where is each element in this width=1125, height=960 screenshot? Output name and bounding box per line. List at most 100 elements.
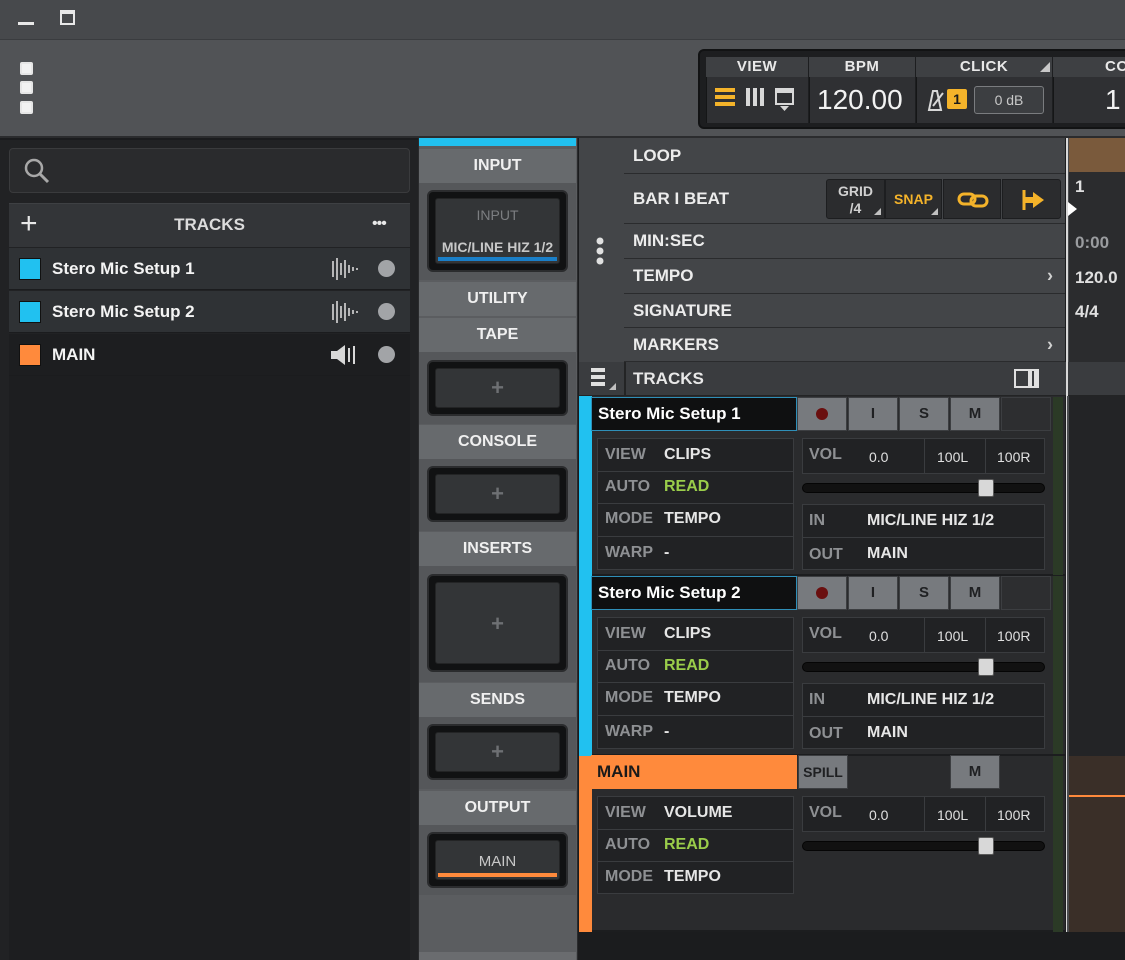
input-monitor-button[interactable]: I (848, 576, 898, 610)
link-button[interactable] (943, 179, 1001, 219)
track-lane[interactable] (1067, 576, 1125, 756)
bpm-value[interactable]: 120.00 (817, 80, 903, 120)
pan-right-value[interactable]: 100R (997, 628, 1030, 644)
in-value[interactable]: MIC/LINE HIZ 1/2 (867, 691, 994, 709)
pan-left-value[interactable]: 100L (937, 628, 968, 644)
menu-icon[interactable] (20, 101, 33, 114)
track-status-dot[interactable] (378, 346, 395, 363)
snap-button[interactable]: SNAP (885, 179, 942, 219)
record-arm-button[interactable] (797, 397, 847, 431)
follow-button[interactable] (1002, 179, 1061, 219)
track-extra-button[interactable] (1001, 576, 1051, 610)
more-vertical-icon[interactable] (595, 237, 605, 267)
track-status-dot[interactable] (378, 260, 395, 277)
input-monitor-button[interactable]: I (848, 397, 898, 431)
list-item[interactable]: MAIN (9, 334, 410, 376)
pan-right-value[interactable]: 100R (997, 807, 1030, 823)
playhead-marker-icon[interactable] (1068, 202, 1078, 216)
tape-slot[interactable]: + (427, 360, 568, 416)
volume-fader[interactable] (802, 662, 1045, 672)
view-value[interactable]: CLIPS (664, 446, 711, 464)
vol-value[interactable]: 0.0 (869, 807, 888, 823)
track-extra-button[interactable] (1001, 397, 1051, 431)
grid-button[interactable]: GRID /4 (826, 179, 885, 219)
warp-value[interactable]: - (664, 723, 669, 741)
click-level-field[interactable]: 0 dB (974, 86, 1044, 114)
tempo-row[interactable]: TEMPO › (624, 259, 1065, 294)
sends-slot[interactable]: + (427, 724, 568, 780)
auto-value[interactable]: READ (664, 657, 709, 675)
warp-value[interactable]: - (664, 544, 669, 562)
out-value[interactable]: MAIN (867, 545, 908, 563)
in-value[interactable]: MIC/LINE HIZ 1/2 (867, 512, 994, 530)
volume-fader[interactable] (802, 483, 1045, 493)
pan-left-value[interactable]: 100L (937, 807, 968, 823)
loop-region[interactable] (1069, 138, 1125, 172)
mute-button[interactable]: M (950, 397, 1000, 431)
mixer-view-icon[interactable] (746, 88, 766, 108)
divider (598, 861, 793, 862)
loop-row[interactable]: LOOP (624, 138, 1065, 174)
volume-fader-handle[interactable] (978, 837, 994, 855)
output-section-title[interactable]: OUTPUT (419, 791, 576, 825)
strip-scrollbar[interactable] (419, 952, 576, 960)
view-value[interactable]: VOLUME (664, 804, 732, 822)
vol-value[interactable]: 0.0 (869, 628, 888, 644)
solo-button[interactable]: S (899, 576, 949, 610)
track-name-field[interactable]: Stero Mic Setup 1 (591, 397, 797, 431)
pan-left-value[interactable]: 100L (937, 449, 968, 465)
track-name-field[interactable]: Stero Mic Setup 2 (591, 576, 797, 610)
volume-fader-handle[interactable] (978, 479, 994, 497)
search-input[interactable] (9, 148, 410, 193)
input-slot[interactable]: INPUT MIC/LINE HIZ 1/2 (427, 190, 568, 272)
panel-toggle-icon[interactable] (1014, 369, 1040, 389)
click-count-badge[interactable]: 1 (947, 89, 967, 109)
sends-section-title[interactable]: SENDS (419, 683, 576, 717)
maximize-icon[interactable] (60, 10, 75, 25)
console-section-title[interactable]: CONSOLE (419, 425, 576, 459)
browser-view-icon[interactable] (775, 88, 795, 112)
volume-automation-line[interactable] (1069, 795, 1125, 797)
console-slot[interactable]: + (427, 466, 568, 522)
metronome-icon[interactable] (925, 89, 945, 111)
volume-fader[interactable] (802, 841, 1045, 851)
record-arm-button[interactable] (797, 576, 847, 610)
menu-icon[interactable] (20, 81, 33, 94)
minimize-icon[interactable] (18, 22, 34, 25)
list-item[interactable]: Stero Mic Setup 2 (9, 291, 410, 333)
menu-icon[interactable] (20, 62, 33, 75)
chevron-down-icon[interactable] (1040, 62, 1050, 72)
utility-section-title[interactable]: UTILITY (419, 282, 576, 316)
pan-right-value[interactable]: 100R (997, 449, 1030, 465)
tape-section-title[interactable]: TAPE (419, 318, 576, 352)
view-value[interactable]: CLIPS (664, 625, 711, 643)
mode-value[interactable]: TEMPO (664, 510, 721, 528)
volume-fader-handle[interactable] (978, 658, 994, 676)
main-lane[interactable] (1067, 756, 1125, 932)
min-sec-row[interactable]: MIN:SEC (624, 224, 1065, 259)
track-view-icon[interactable] (715, 88, 737, 108)
input-section-title[interactable]: INPUT (419, 149, 576, 183)
spill-button[interactable]: SPILL (798, 755, 848, 789)
more-options-icon[interactable]: ••• (372, 206, 387, 242)
track-lane[interactable] (1067, 396, 1125, 576)
signature-row[interactable]: SIGNATURE (624, 294, 1065, 328)
track-list-icon[interactable] (589, 366, 619, 392)
solo-button[interactable]: S (899, 397, 949, 431)
mode-value[interactable]: TEMPO (664, 689, 721, 707)
inserts-section-title[interactable]: INSERTS (419, 532, 576, 566)
output-slot[interactable]: MAIN (427, 832, 568, 888)
track-color-swatch (19, 258, 41, 280)
auto-value[interactable]: READ (664, 478, 709, 496)
markers-row[interactable]: MARKERS › (624, 328, 1065, 362)
track-status-dot[interactable] (378, 303, 395, 320)
out-value[interactable]: MAIN (867, 724, 908, 742)
vol-value[interactable]: 0.0 (869, 449, 888, 465)
mute-button[interactable]: M (950, 576, 1000, 610)
mute-button[interactable]: M (950, 755, 1000, 789)
mode-value[interactable]: TEMPO (664, 868, 721, 886)
track-name-field[interactable]: MAIN (591, 755, 797, 789)
list-item[interactable]: Stero Mic Setup 1 (9, 248, 410, 290)
auto-value[interactable]: READ (664, 836, 709, 854)
inserts-slot[interactable]: + (427, 574, 568, 672)
